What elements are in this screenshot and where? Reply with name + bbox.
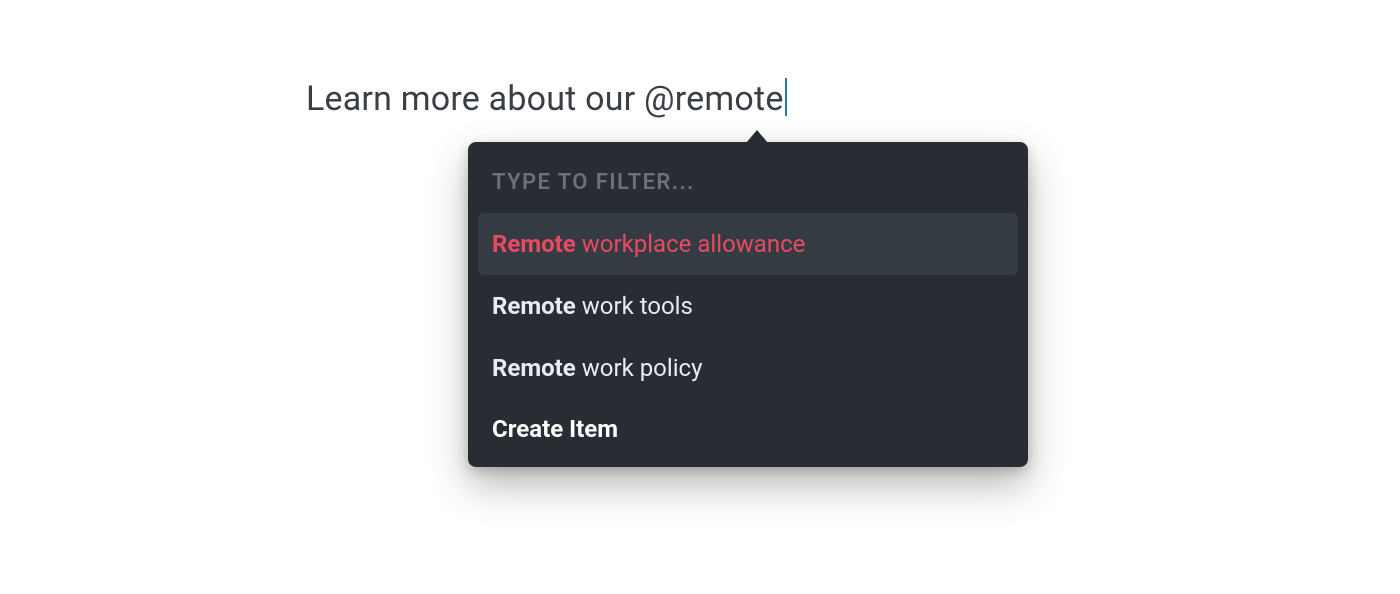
suggestion-match: Remote [492,292,576,320]
mention-trigger: @ [644,79,675,119]
create-item-button[interactable]: Create Item [478,399,1018,453]
mention-popover-wrapper: TYPE TO FILTER... Remote workplace allow… [468,130,1028,467]
filter-hint-label: TYPE TO FILTER... [478,154,1018,213]
mention-query: remote [675,79,784,119]
editor-text-before: Learn more about our [306,79,644,119]
text-cursor [785,78,787,116]
suggestion-rest: work policy [576,354,703,382]
suggestion-rest: work tools [576,292,693,320]
suggestion-match: Remote [492,354,576,382]
mention-popover: TYPE TO FILTER... Remote workplace allow… [468,142,1028,467]
suggestion-item-remote-workplace-allowance[interactable]: Remote workplace allowance [478,213,1018,275]
suggestion-match: Remote [492,230,576,258]
editor-input-line[interactable]: Learn more about our @remote [306,78,787,119]
suggestion-item-remote-work-policy[interactable]: Remote work policy [478,337,1018,399]
suggestion-rest: workplace allowance [576,230,806,258]
popover-arrow-icon [746,130,768,143]
suggestion-item-remote-work-tools[interactable]: Remote work tools [478,275,1018,337]
